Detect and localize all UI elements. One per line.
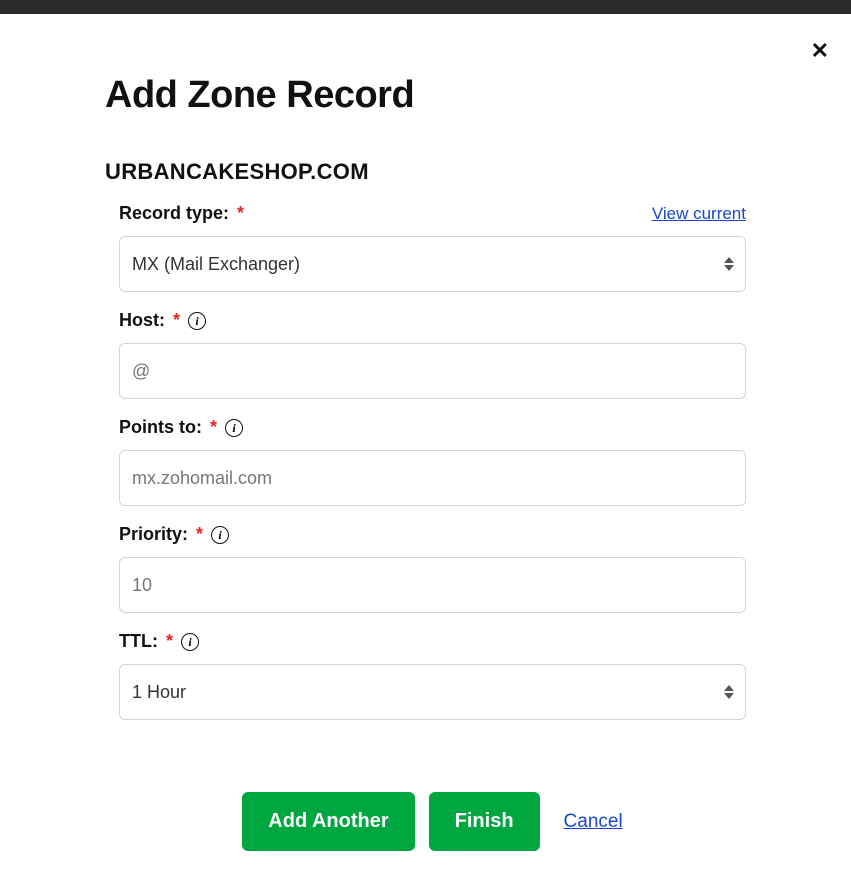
points-to-input[interactable]	[119, 450, 746, 506]
add-another-button[interactable]: Add Another	[242, 792, 414, 851]
info-icon[interactable]: i	[211, 526, 229, 544]
record-type-label: Record type:	[119, 203, 229, 224]
close-icon[interactable]: ✕	[811, 40, 829, 62]
points-to-label: Points to:	[119, 417, 202, 438]
view-current-link[interactable]: View current	[652, 204, 746, 224]
button-row: Add Another Finish Cancel	[119, 792, 746, 851]
required-star: *	[173, 310, 180, 331]
host-input[interactable]	[119, 343, 746, 399]
record-type-select[interactable]: MX (Mail Exchanger)	[119, 236, 746, 292]
info-icon[interactable]: i	[181, 633, 199, 651]
field-ttl: TTL: * i 1 Hour	[119, 631, 746, 720]
info-icon[interactable]: i	[188, 312, 206, 330]
required-star: *	[210, 417, 217, 438]
info-icon[interactable]: i	[225, 419, 243, 437]
host-label: Host:	[119, 310, 165, 331]
ttl-label: TTL:	[119, 631, 158, 652]
field-points-to: Points to: * i	[119, 417, 746, 506]
priority-label: Priority:	[119, 524, 188, 545]
cancel-link[interactable]: Cancel	[564, 811, 623, 833]
ttl-select[interactable]: 1 Hour	[119, 664, 746, 720]
field-record-type: Record type: * View current MX (Mail Exc…	[119, 203, 746, 292]
required-star: *	[237, 203, 244, 224]
required-star: *	[166, 631, 173, 652]
dialog-container: Add Zone Record URBANCAKESHOP.COM Record…	[0, 14, 851, 891]
form-content: Record type: * View current MX (Mail Exc…	[105, 203, 746, 851]
required-star: *	[196, 524, 203, 545]
domain-name: URBANCAKESHOP.COM	[105, 159, 746, 185]
field-priority: Priority: * i	[119, 524, 746, 613]
priority-input[interactable]	[119, 557, 746, 613]
field-host: Host: * i	[119, 310, 746, 399]
finish-button[interactable]: Finish	[429, 792, 540, 851]
top-bar	[0, 0, 851, 14]
page-title: Add Zone Record	[105, 74, 746, 117]
